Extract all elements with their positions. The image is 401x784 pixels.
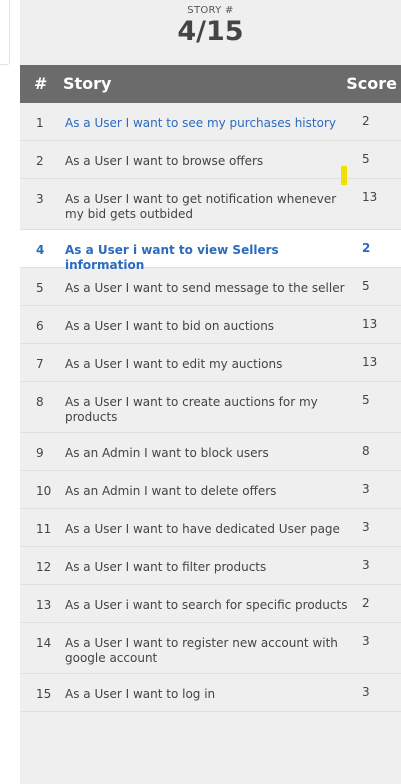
story-row-10[interactable]: 10 As an Admin I want to delete offers 3: [20, 471, 401, 509]
row-score: 3: [362, 685, 370, 699]
story-text: As a User I want to edit my auctions: [65, 357, 283, 371]
story-header: STORY # 4/15: [20, 0, 401, 65]
story-text: As a User I want to have dedicated User …: [65, 522, 340, 536]
story-progress: 4/15: [177, 16, 244, 47]
row-number: 14: [36, 636, 52, 650]
row-score: 13: [362, 317, 378, 331]
story-panel: STORY # 4/15 # Story Score 1 As a User I…: [20, 0, 401, 784]
story-text: As a User I want to send message to the …: [65, 281, 345, 295]
table-header: # Story Score: [20, 65, 401, 103]
story-text: As an Admin I want to block users: [65, 446, 269, 460]
story-row-7[interactable]: 7 As a User I want to edit my auctions 1…: [20, 344, 401, 382]
row-number: 11: [36, 522, 52, 536]
story-text: As a User I want to create auctions for …: [65, 395, 318, 424]
row-number: 13: [36, 598, 52, 612]
row-score: 3: [362, 634, 370, 648]
row-score: 13: [362, 190, 378, 204]
story-row-13[interactable]: 13 As a User i want to search for specif…: [20, 585, 401, 623]
story-row-3[interactable]: 3 As a User I want to get notification w…: [20, 179, 401, 230]
column-header-story: Story: [63, 74, 112, 93]
story-row-5[interactable]: 5 As a User I want to send message to th…: [20, 268, 401, 306]
row-number: 7: [36, 357, 44, 371]
story-row-6[interactable]: 6 As a User I want to bid on auctions 13: [20, 306, 401, 344]
row-number: 9: [36, 446, 44, 460]
story-row-15[interactable]: 15 As a User I want to log in 3: [20, 674, 401, 712]
story-caption: STORY #: [187, 5, 234, 16]
row-number: 10: [36, 484, 52, 498]
story-row-1[interactable]: 1 As a User I want to see my purchases h…: [20, 103, 401, 141]
story-row-8[interactable]: 8 As a User I want to create auctions fo…: [20, 382, 401, 433]
story-text: As a User I want to filter products: [65, 560, 267, 574]
story-text: As a User I want to log in: [65, 687, 216, 701]
story-row-4-current[interactable]: 4 As a User i want to view Sellers infor…: [20, 230, 401, 272]
column-header-score: Score: [346, 74, 397, 93]
story-row-14[interactable]: 14 As a User I want to register new acco…: [20, 623, 401, 674]
row-score: 3: [362, 482, 370, 496]
row-score: 5: [362, 279, 370, 293]
story-text: As a User I want to get notification whe…: [65, 192, 337, 221]
story-text: As a User I want to bid on auctions: [65, 319, 275, 333]
column-header-number: #: [34, 74, 48, 93]
row-number: 5: [36, 281, 44, 295]
story-row-11[interactable]: 11 As a User I want to have dedicated Us…: [20, 509, 401, 547]
row-score: 3: [362, 520, 370, 534]
story-text: As a User I want to browse offers: [65, 154, 264, 168]
row-score: 3: [362, 558, 370, 572]
row-number: 8: [36, 395, 44, 409]
story-row-12[interactable]: 12 As a User I want to filter products 3: [20, 547, 401, 585]
row-score: 13: [362, 355, 378, 369]
row-score: 2: [362, 114, 370, 128]
row-number: 2: [36, 154, 44, 168]
row-number: 4: [36, 243, 45, 257]
highlight-marker: [341, 166, 347, 185]
row-score: 2: [362, 596, 370, 610]
row-score: 5: [362, 152, 370, 166]
story-text: As a User i want to search for specific …: [65, 598, 348, 612]
row-number: 1: [36, 116, 44, 130]
row-score: 5: [362, 393, 370, 407]
row-number: 3: [36, 192, 44, 206]
row-score: 2: [362, 241, 371, 255]
story-link[interactable]: As a User I want to see my purchases his…: [65, 116, 350, 131]
left-strip: [0, 0, 20, 784]
row-score: 8: [362, 444, 370, 458]
story-text: As an Admin I want to delete offers: [65, 484, 277, 498]
row-number: 12: [36, 560, 52, 574]
story-text: As a User I want to register new account…: [65, 636, 338, 665]
left-card-edge: [0, 0, 10, 65]
story-row-9[interactable]: 9 As an Admin I want to block users 8: [20, 433, 401, 471]
row-number: 15: [36, 687, 52, 701]
row-number: 6: [36, 319, 44, 333]
